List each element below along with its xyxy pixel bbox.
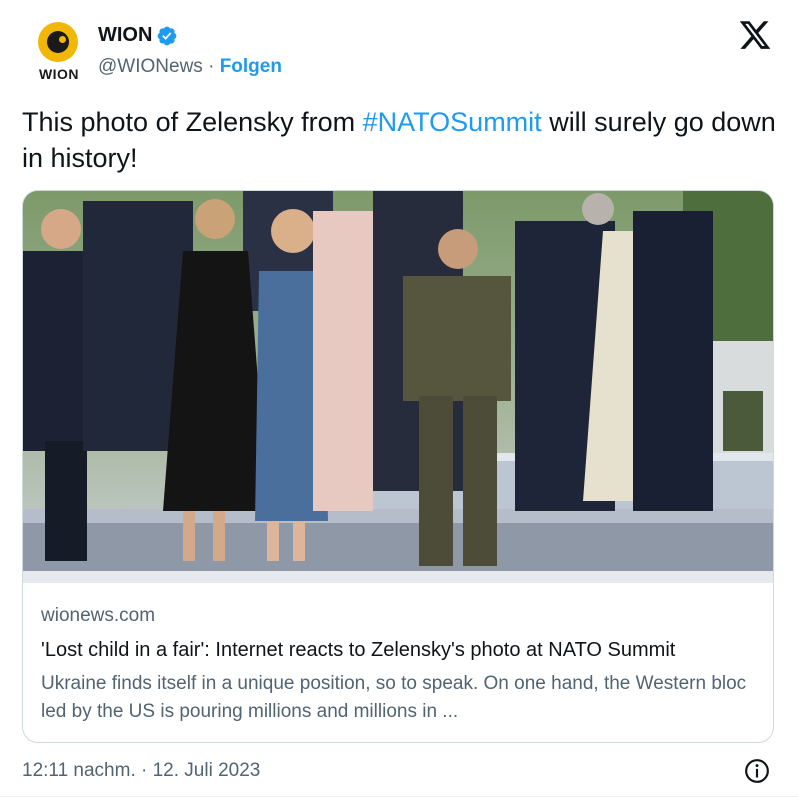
author-name-row: WION: [98, 24, 178, 47]
avatar-brand-text: WION: [38, 66, 80, 82]
link-preview-card[interactable]: wionews.com 'Lost child in a fair': Inte…: [22, 190, 774, 743]
author-handle-row: @WIONews · Folgen: [98, 56, 282, 78]
author-display-name[interactable]: WION: [98, 24, 152, 47]
tweet-header: WION WION @WIONews · Folgen: [28, 18, 778, 88]
card-domain: wionews.com: [41, 605, 156, 626]
author-handle[interactable]: @WIONews: [98, 56, 203, 77]
timestamp[interactable]: 12:11 nachm. · 12. Juli 2023: [22, 760, 260, 782]
summit-photo-illustration: [23, 191, 773, 583]
avatar[interactable]: WION: [32, 22, 80, 82]
card-photo[interactable]: [23, 191, 773, 583]
verified-badge-icon: [158, 26, 177, 45]
divider: [0, 796, 798, 797]
card-info: wionews.com 'Lost child in a fair': Inte…: [41, 605, 761, 726]
x-logo-icon[interactable]: [738, 18, 772, 52]
follow-button[interactable]: Folgen: [220, 56, 282, 77]
tweet-text-before: This photo of Zelensky from: [22, 107, 363, 137]
tweet-footer: 12:11 nachm. · 12. Juli 2023: [22, 758, 774, 786]
hashtag-link[interactable]: #NATOSummit: [363, 107, 542, 137]
handle-separator: ·: [202, 56, 220, 77]
info-icon[interactable]: [744, 758, 770, 784]
card-description: Ukraine finds itself in a unique positio…: [41, 673, 747, 722]
tweet-text: This photo of Zelensky from #NATOSummit …: [22, 104, 782, 176]
wion-logo-icon: [38, 22, 78, 62]
card-title[interactable]: 'Lost child in a fair': Internet reacts …: [41, 639, 761, 662]
